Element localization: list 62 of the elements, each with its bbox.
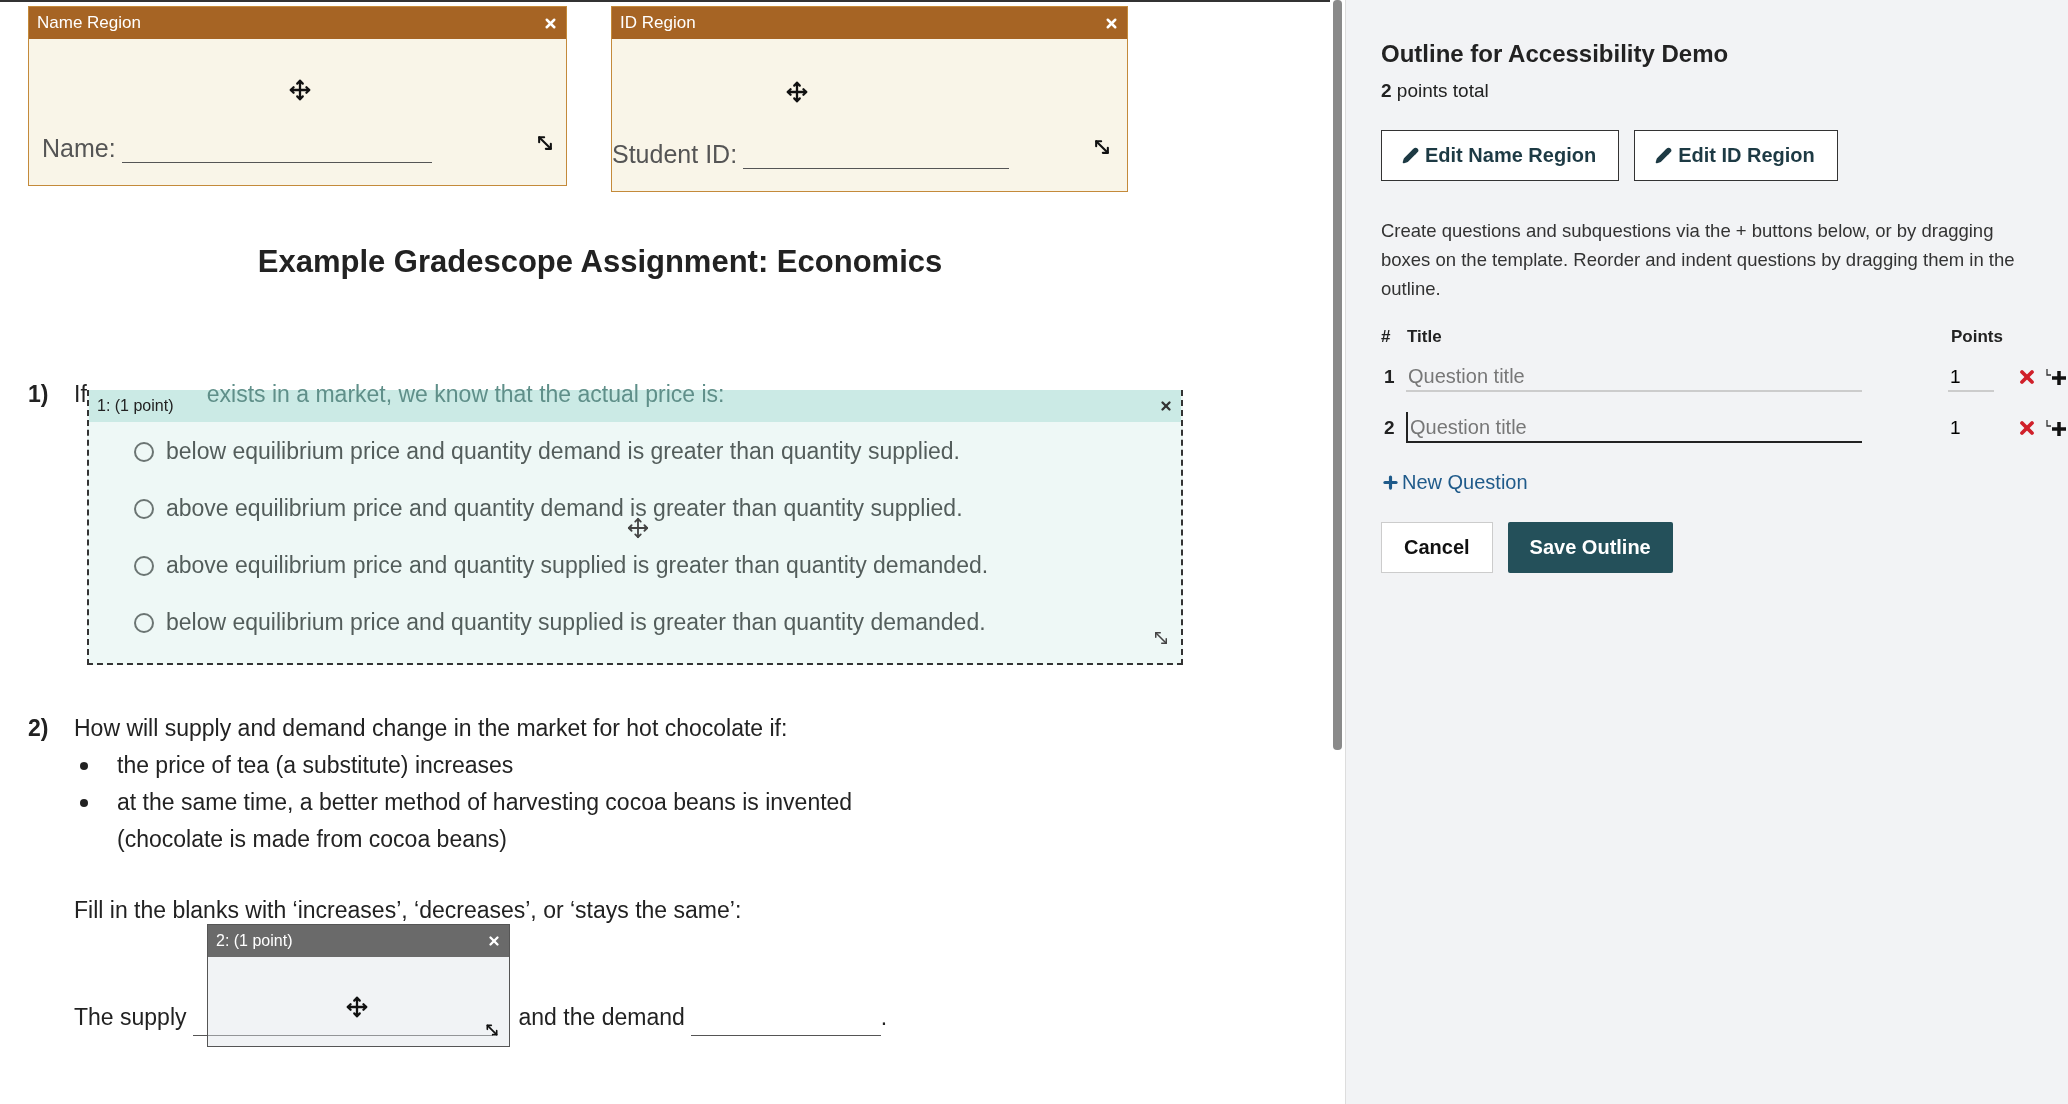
question-text: How will supply and demand change in the market for hot chocolate if: bbox=[74, 714, 788, 743]
points-field[interactable]: 1 bbox=[1948, 412, 1994, 443]
field-label: Name: bbox=[42, 134, 116, 163]
save-outline-button[interactable]: Save Outline bbox=[1507, 522, 1673, 573]
sentence-text: . bbox=[880, 1003, 888, 1032]
points-total: 2 points total bbox=[1381, 80, 1490, 102]
column-header: Points bbox=[1951, 327, 2004, 347]
question-text: exists in a market, we know that the actual price is: bbox=[206, 380, 725, 409]
pencil-icon bbox=[1402, 147, 1419, 164]
close-icon[interactable] bbox=[1159, 399, 1173, 413]
points-field[interactable]: 1 bbox=[1948, 361, 1994, 392]
radio-button[interactable] bbox=[134, 441, 154, 462]
option-text: above equilibrium price and quantity supplied is greater than quantity demanded. bbox=[166, 552, 989, 579]
close-icon[interactable] bbox=[543, 15, 558, 31]
option-text: above equilibrium price and quantity demand is greater than quantity supplied. bbox=[166, 495, 963, 522]
move-icon[interactable] bbox=[627, 517, 649, 539]
question-number: 1) bbox=[28, 380, 50, 409]
close-icon[interactable] bbox=[487, 934, 501, 948]
edit-region-button[interactable]: Edit ID Region bbox=[1634, 130, 1838, 181]
cancel-button[interactable]: Cancel bbox=[1381, 522, 1493, 573]
field-label: Student ID: bbox=[612, 140, 738, 169]
sentence-text: and the demand bbox=[518, 1003, 685, 1032]
outline-title: Outline for Accessibility Demo bbox=[1381, 40, 1730, 68]
move-icon[interactable] bbox=[289, 79, 311, 101]
column-header: Title bbox=[1407, 327, 1443, 347]
question-text: If bbox=[74, 380, 87, 409]
region-title: ID Region bbox=[620, 13, 696, 33]
add-subquestion-button[interactable] bbox=[2045, 417, 2067, 438]
pencil-icon bbox=[1655, 147, 1673, 164]
resize-icon[interactable] bbox=[484, 1022, 500, 1038]
question-title-field[interactable]: Question title bbox=[1406, 412, 1862, 443]
add-subquestion-button[interactable] bbox=[2045, 366, 2067, 387]
radio-button[interactable] bbox=[134, 498, 154, 519]
bullet-text: at the same time, a better method of harvesting cocoa beans is invented (chocolate is made from cocoa beans) bbox=[117, 788, 854, 854]
radio-button[interactable] bbox=[134, 612, 154, 633]
resize-icon[interactable] bbox=[535, 133, 555, 153]
plus-icon bbox=[1381, 473, 1400, 492]
question-number: 2) bbox=[28, 714, 50, 743]
region-title: Name Region bbox=[37, 13, 141, 33]
sentence-text: The supply bbox=[74, 1003, 187, 1032]
help-text: Create questions and subquestions via the + buttons below, or by dragging boxes on the template. Reorder and indent questions by dragging them in the outline. bbox=[1381, 219, 2016, 301]
region-title: 1: (1 point) bbox=[97, 397, 174, 415]
document-title: Example Gradescope Assignment: Economics bbox=[256, 244, 944, 280]
resize-icon[interactable] bbox=[1092, 137, 1112, 157]
instruction-text: Fill in the blanks with ‘increases’, ‘decreases’, or ‘stays the same’: bbox=[74, 896, 742, 925]
radio-button[interactable] bbox=[134, 555, 154, 576]
option-text: below equilibrium price and quantity supplied is greater than quantity demanded. bbox=[166, 609, 986, 636]
close-icon[interactable] bbox=[1104, 15, 1119, 31]
resize-icon[interactable] bbox=[1152, 629, 1170, 647]
bullet-icon bbox=[80, 799, 88, 807]
bullet-icon bbox=[80, 762, 88, 770]
region-title: 2: (1 point) bbox=[216, 932, 293, 950]
move-icon[interactable] bbox=[786, 81, 808, 103]
scrollbar[interactable] bbox=[1333, 0, 1342, 750]
new-question-link[interactable]: New Question bbox=[1381, 471, 1528, 494]
question-number: 2 bbox=[1383, 416, 1396, 439]
move-icon[interactable] bbox=[346, 996, 368, 1018]
option-text: below equilibrium price and quantity demand is greater than quantity supplied. bbox=[166, 438, 960, 465]
column-header: # bbox=[1381, 327, 1392, 347]
bullet-text: the price of tea (a substitute) increases bbox=[117, 751, 514, 780]
question-number: 1 bbox=[1383, 365, 1396, 388]
edit-region-button[interactable]: Edit Name Region bbox=[1381, 130, 1620, 181]
